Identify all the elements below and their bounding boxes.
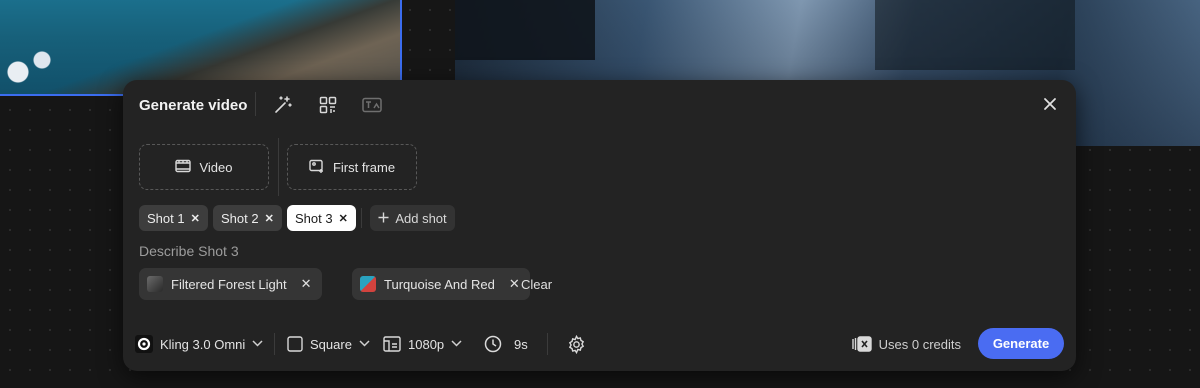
settings-gear-icon[interactable] (565, 333, 587, 355)
magic-wand-icon[interactable] (271, 93, 295, 117)
square-icon (287, 336, 303, 352)
resolution-label: 1080p (408, 336, 445, 352)
first-frame-dropzone-label: First frame (332, 159, 396, 175)
film-icon (175, 159, 192, 176)
style-tag-label: Filtered Forest Light (171, 276, 287, 292)
style-tag[interactable]: Turquoise And Red ✕ (352, 268, 530, 300)
generate-video-panel: Generate video Video First frame Shot 1 … (123, 80, 1076, 371)
duration-label: 9s (514, 336, 528, 352)
video-upload-dropzone[interactable]: Video (139, 144, 269, 190)
shot-chip-2[interactable]: Shot 2 ✕ (213, 205, 282, 231)
remove-icon[interactable]: ✕ (339, 212, 348, 225)
divider (361, 208, 362, 228)
aspect-selector[interactable]: Square (287, 332, 370, 356)
shot-label: Shot 2 (221, 210, 259, 226)
mountain-shape (875, 0, 1075, 70)
plus-icon (378, 211, 389, 226)
close-icon[interactable] (1040, 94, 1060, 114)
chevron-down-icon (359, 339, 370, 350)
credits-info: Uses 0 credits (851, 336, 961, 352)
close-icon[interactable]: ✕ (301, 276, 312, 292)
close-icon[interactable]: ✕ (509, 276, 520, 292)
shot-label: Shot 1 (147, 210, 185, 226)
remove-icon[interactable]: ✕ (265, 212, 274, 225)
style-tag[interactable]: Filtered Forest Light ✕ (139, 268, 322, 300)
resolution-icon (383, 336, 401, 352)
model-selector[interactable]: Kling 3.0 Omni (135, 332, 263, 356)
style-tag-label: Turquoise And Red (384, 276, 495, 292)
model-label: Kling 3.0 Omni (160, 336, 246, 352)
style-thumbnail (147, 276, 163, 292)
style-thumbnail (360, 276, 376, 292)
kling-logo-icon (135, 335, 153, 353)
image-text-icon[interactable] (360, 93, 384, 117)
shot-chip-1[interactable]: Shot 1 ✕ (139, 205, 208, 231)
generate-button[interactable]: Generate (978, 328, 1064, 359)
divider (255, 92, 256, 116)
image-add-icon (309, 159, 325, 176)
chevron-down-icon (451, 339, 462, 350)
divider (547, 333, 548, 355)
clock-icon (484, 335, 502, 353)
shot-chip-3[interactable]: Shot 3 ✕ (287, 205, 356, 231)
qr-grid-icon[interactable] (316, 93, 340, 117)
aspect-label: Square (310, 336, 352, 352)
clear-button[interactable]: Clear (521, 277, 552, 292)
add-shot-button[interactable]: Add shot (370, 205, 455, 231)
shot-label: Shot 3 (295, 210, 333, 226)
divider (274, 333, 275, 355)
remove-icon[interactable]: ✕ (191, 212, 200, 225)
credits-icon (851, 336, 872, 352)
panel-title: Generate video (139, 97, 248, 114)
snow-patch (0, 48, 60, 88)
chevron-down-icon (252, 339, 263, 350)
resolution-selector[interactable]: 1080p (383, 332, 462, 356)
first-frame-dropzone[interactable]: First frame (287, 144, 417, 190)
duration-selector[interactable]: 9s (484, 332, 528, 356)
credits-label: Uses 0 credits (878, 336, 961, 352)
mountain-shape (455, 0, 595, 60)
add-shot-label: Add shot (395, 210, 447, 226)
divider (278, 138, 279, 196)
describe-shot-prompt[interactable]: Describe Shot 3 (139, 243, 239, 259)
video-dropzone-label: Video (199, 159, 233, 175)
